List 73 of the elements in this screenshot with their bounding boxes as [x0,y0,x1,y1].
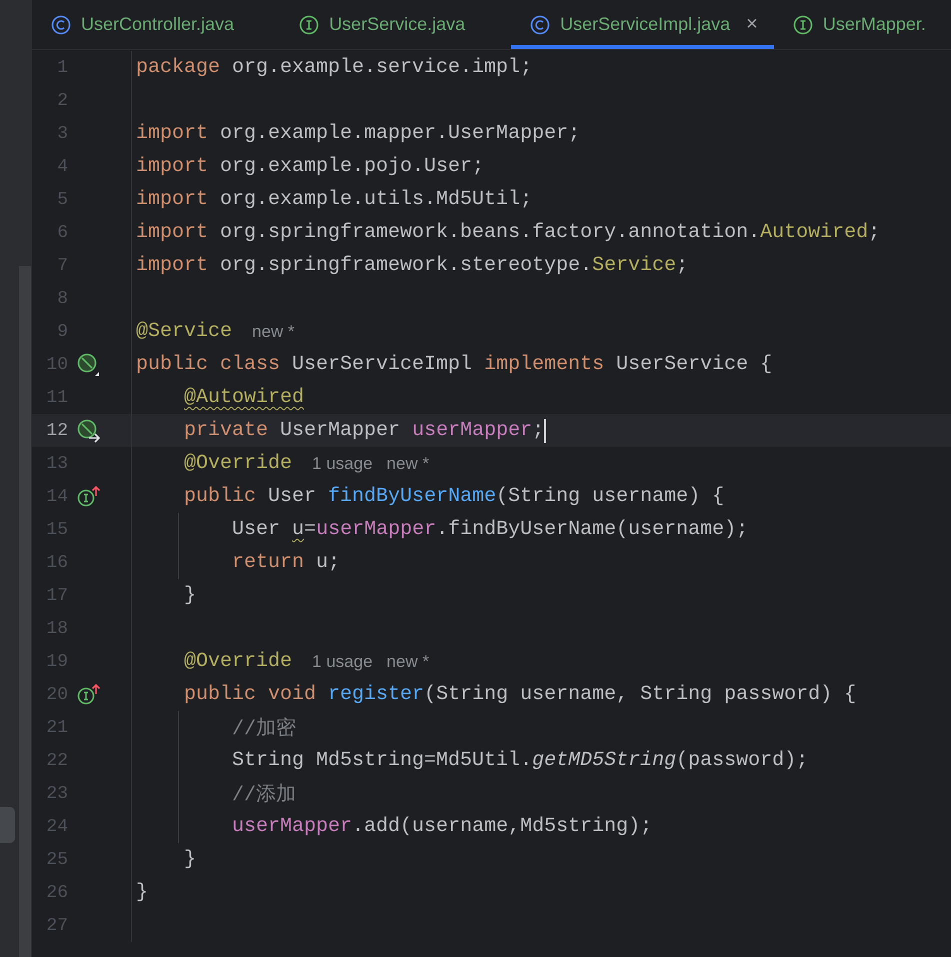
code-token: public void [183,683,318,706]
code-token: UserMapper [280,419,402,442]
code-token: @Service [136,320,232,343]
code-token: org.example.pojo.User; [220,155,484,178]
code-token: implements [484,353,606,376]
code-token: @Autowired [183,386,304,409]
code-token: register [328,683,424,706]
code-comment: //添加 [231,782,296,807]
code-token: org.example.service.impl; [232,56,532,79]
code-token: @Override [183,650,292,673]
code-token: userMapper [231,815,352,838]
inlay-hint: 1 usage [312,454,373,474]
code-token: = [304,518,316,541]
code-comment: //加密 [231,716,296,741]
editor-tab[interactable]: UserService.java [280,0,512,49]
code-token: Service [592,254,676,277]
code-token: org.example.utils.Md5Util; [220,188,532,211]
injection-icon [77,418,101,442]
code-token: import [136,155,210,178]
code-token: org.springframework.stereotype. [220,254,592,277]
inlay-hint: 1 usage [312,652,373,672]
inlay-hint: new * [252,322,295,342]
code-token: UserServiceImpl [292,353,474,376]
code-token: User [231,518,282,541]
code-token: public [183,485,258,508]
code-token: getMD5String [532,749,676,772]
code-token: import [136,254,210,277]
interface-icon [299,14,320,34]
code-token: ; [532,419,544,442]
code-token: return [231,551,306,574]
implements-icon [77,486,101,508]
code-token: userMapper [412,419,532,442]
code-token: findByUserName [328,485,496,508]
interface-icon [792,14,813,34]
code-token: String Md5string=Md5Util. [231,749,532,772]
editor-tab[interactable]: UserMapper. [774,0,951,49]
text-cursor [544,418,546,442]
code-token: ; [868,221,880,244]
code-token: Autowired [760,221,868,244]
panel-handle[interactable] [0,807,15,843]
close-button[interactable]: × [746,13,758,36]
code-token: import [136,122,210,145]
code-token: private [183,419,270,442]
code-token: (password); [676,749,808,772]
inlay-hint: new * [386,652,430,672]
code-token: userMapper [316,518,436,541]
inlay-hint: new * [386,454,430,474]
class-icon [51,14,71,34]
code-token: org.example.mapper.UserMapper; [220,122,580,145]
code-token: import [136,188,210,211]
code-token: ; [676,254,688,277]
code-token: .findByUserName(username); [436,518,748,541]
code-token: (String username) { [496,485,724,508]
code-token: UserService { [616,353,772,376]
editor-tab[interactable]: UserController.java [32,0,280,49]
code-token: User [268,485,318,508]
code-token: org.springframework.beans.factory.annotation. [220,221,760,244]
code-token: public class [136,353,282,376]
code-token: import [136,221,210,244]
code-token: @Override [183,452,292,475]
code-token: package [136,56,222,79]
code-token: } [136,881,148,904]
code-token: u; [316,551,340,574]
implements-icon [77,684,101,706]
bean-icon [77,352,101,376]
code-token: (String username, String password) { [424,683,856,706]
code-token: u [292,518,304,541]
line-number: 12 [46,420,68,440]
code-token: } [183,584,196,607]
editor-tab[interactable]: UserServiceImpl.java × [511,0,774,49]
code-token: .add(username,Md5string); [352,815,652,838]
class-icon [530,14,550,34]
code-token: } [183,848,196,871]
